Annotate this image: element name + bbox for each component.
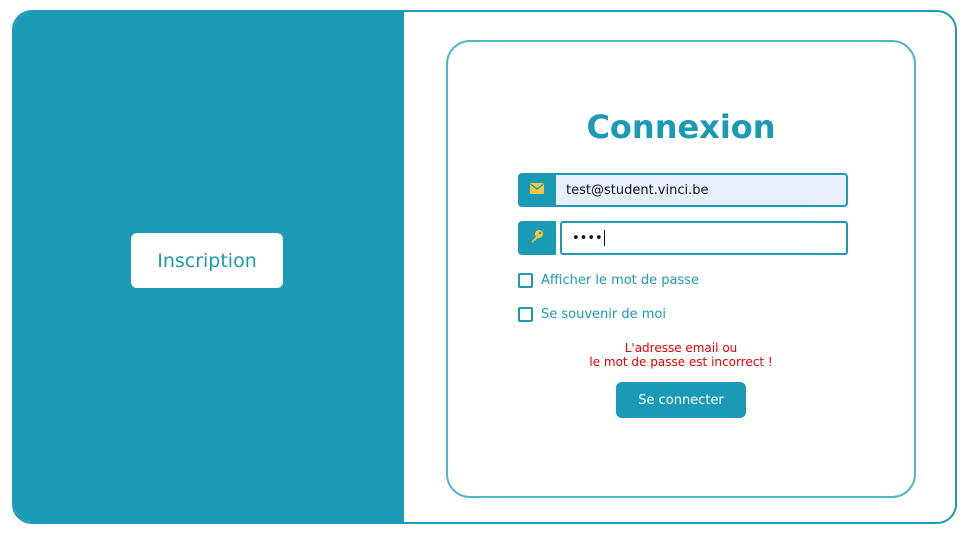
password-addon <box>518 221 556 255</box>
email-addon <box>518 173 556 207</box>
error-line-1: L'adresse email ou <box>624 341 738 355</box>
password-input-group: •••• <box>518 221 848 255</box>
remember-me-toggle[interactable]: Se souvenir de moi <box>518 307 666 322</box>
error-message: L'adresse email ou le mot de passe est i… <box>448 341 914 369</box>
email-value: test@student.vinci.be <box>566 182 709 198</box>
key-icon <box>530 229 544 248</box>
page-title: Connexion <box>586 108 776 146</box>
error-line-2: le mot de passe est incorrect ! <box>589 355 773 369</box>
text-caret <box>603 230 605 246</box>
remember-me-checkbox[interactable] <box>518 307 533 322</box>
remember-me-label: Se souvenir de moi <box>541 307 666 322</box>
password-value: •••• <box>572 230 603 246</box>
email-input-group: test@student.vinci.be <box>518 173 848 207</box>
password-field[interactable]: •••• <box>560 221 848 255</box>
inscription-button[interactable]: Inscription <box>131 233 283 288</box>
email-field[interactable]: test@student.vinci.be <box>556 173 848 207</box>
show-password-label: Afficher le mot de passe <box>541 273 700 288</box>
show-password-checkbox[interactable] <box>518 273 533 288</box>
login-button[interactable]: Se connecter <box>616 382 746 418</box>
envelope-icon <box>530 181 544 199</box>
left-panel: Inscription <box>14 12 404 522</box>
login-card: Connexion test@student.vinci.be •••• Aff… <box>446 40 916 498</box>
show-password-toggle[interactable]: Afficher le mot de passe <box>518 273 699 288</box>
app-frame: Inscription Connexion test@student.vinci… <box>12 10 957 524</box>
